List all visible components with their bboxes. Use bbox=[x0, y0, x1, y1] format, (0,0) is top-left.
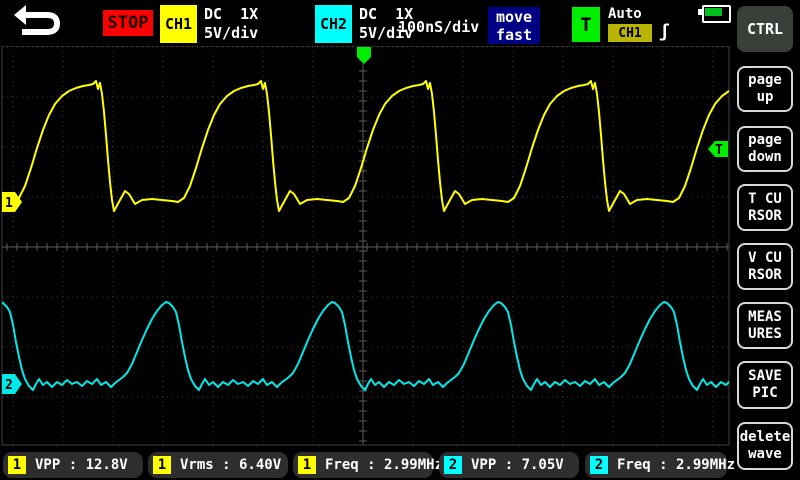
ch1-measure-badge: 1 bbox=[153, 456, 171, 474]
sidebar-button-v-cursor[interactable]: V CU RSOR bbox=[737, 243, 793, 290]
top-toolbar: STOP CH1 DC 1X 5V/div CH2 DC 1X 5V/div 1… bbox=[0, 0, 800, 46]
measurement-freq-ch1: 1 Freq : 2.99MHz bbox=[293, 452, 443, 478]
ch2-measure-badge: 2 bbox=[444, 456, 462, 474]
sidebar-button-t-cursor[interactable]: T CU RSOR bbox=[737, 184, 793, 231]
ch1-badge[interactable]: CH1 bbox=[160, 5, 197, 43]
ch1-measure-badge: 1 bbox=[298, 456, 316, 474]
battery-fill bbox=[705, 8, 722, 16]
waveform-display: 1 2 T bbox=[1, 45, 730, 446]
measurement-vpp-ch1: 1 VPP : 12.8V bbox=[3, 452, 143, 478]
ch2-measure-badge: 2 bbox=[590, 456, 608, 474]
sidebar-button-page-down[interactable]: page down bbox=[737, 126, 793, 172]
measurement-freq-ch2: 2 Freq : 2.99MHz bbox=[585, 452, 735, 478]
oscilloscope-screen: 1 2 T STOP CH1 DC 1X 5V/div CH2 DC 1X 5V/d… bbox=[0, 0, 800, 480]
measurement-text: Freq : 2.99MHz bbox=[325, 457, 444, 473]
measurement-text: Vrms : 6.40V bbox=[180, 457, 282, 473]
sidebar-button-page-up[interactable]: page up bbox=[737, 66, 793, 112]
ch2-badge[interactable]: CH2 bbox=[315, 5, 352, 43]
graticule bbox=[2, 46, 729, 445]
trigger-level-label: T bbox=[715, 143, 723, 158]
trigger-badge[interactable]: T bbox=[572, 7, 600, 42]
trigger-mode: Auto bbox=[608, 6, 642, 22]
battery-icon bbox=[702, 5, 731, 23]
back-icon[interactable] bbox=[14, 4, 62, 38]
ch1-marker-label: 1 bbox=[5, 196, 13, 211]
move-mode-button[interactable]: move fast bbox=[488, 7, 540, 44]
sidebar-button-save-pic[interactable]: SAVE PIC bbox=[737, 361, 793, 409]
timebase-setting[interactable]: 100nS/div bbox=[398, 18, 479, 36]
measurement-text: VPP : 7.05V bbox=[471, 457, 564, 473]
trigger-edge-icon: ʃ bbox=[659, 21, 670, 42]
ch1-measure-badge: 1 bbox=[8, 456, 26, 474]
ch1-trace bbox=[2, 80, 729, 212]
measurement-text: VPP : 12.8V bbox=[35, 457, 128, 473]
measurement-text: Freq : 2.99MHz bbox=[617, 457, 736, 473]
measurement-bar: 1 VPP : 12.8V 1 Vrms : 6.40V 1 Freq : 2.… bbox=[0, 448, 735, 480]
ch1-settings: DC 1X 5V/div bbox=[204, 5, 259, 42]
sidebar-button-delete-wave[interactable]: delete wave bbox=[737, 422, 793, 470]
ch2-trace bbox=[2, 301, 729, 391]
measurement-vrms-ch1: 1 Vrms : 6.40V bbox=[148, 452, 288, 478]
sidebar-button-ctrl[interactable]: CTRL bbox=[737, 6, 793, 52]
measurement-vpp-ch2: 2 VPP : 7.05V bbox=[439, 452, 579, 478]
trigger-source-badge[interactable]: CH1 bbox=[608, 24, 652, 42]
sidebar-button-measures[interactable]: MEAS URES bbox=[737, 302, 793, 349]
ch2-marker-label: 2 bbox=[5, 378, 13, 393]
run-stop-indicator[interactable]: STOP bbox=[103, 10, 153, 36]
